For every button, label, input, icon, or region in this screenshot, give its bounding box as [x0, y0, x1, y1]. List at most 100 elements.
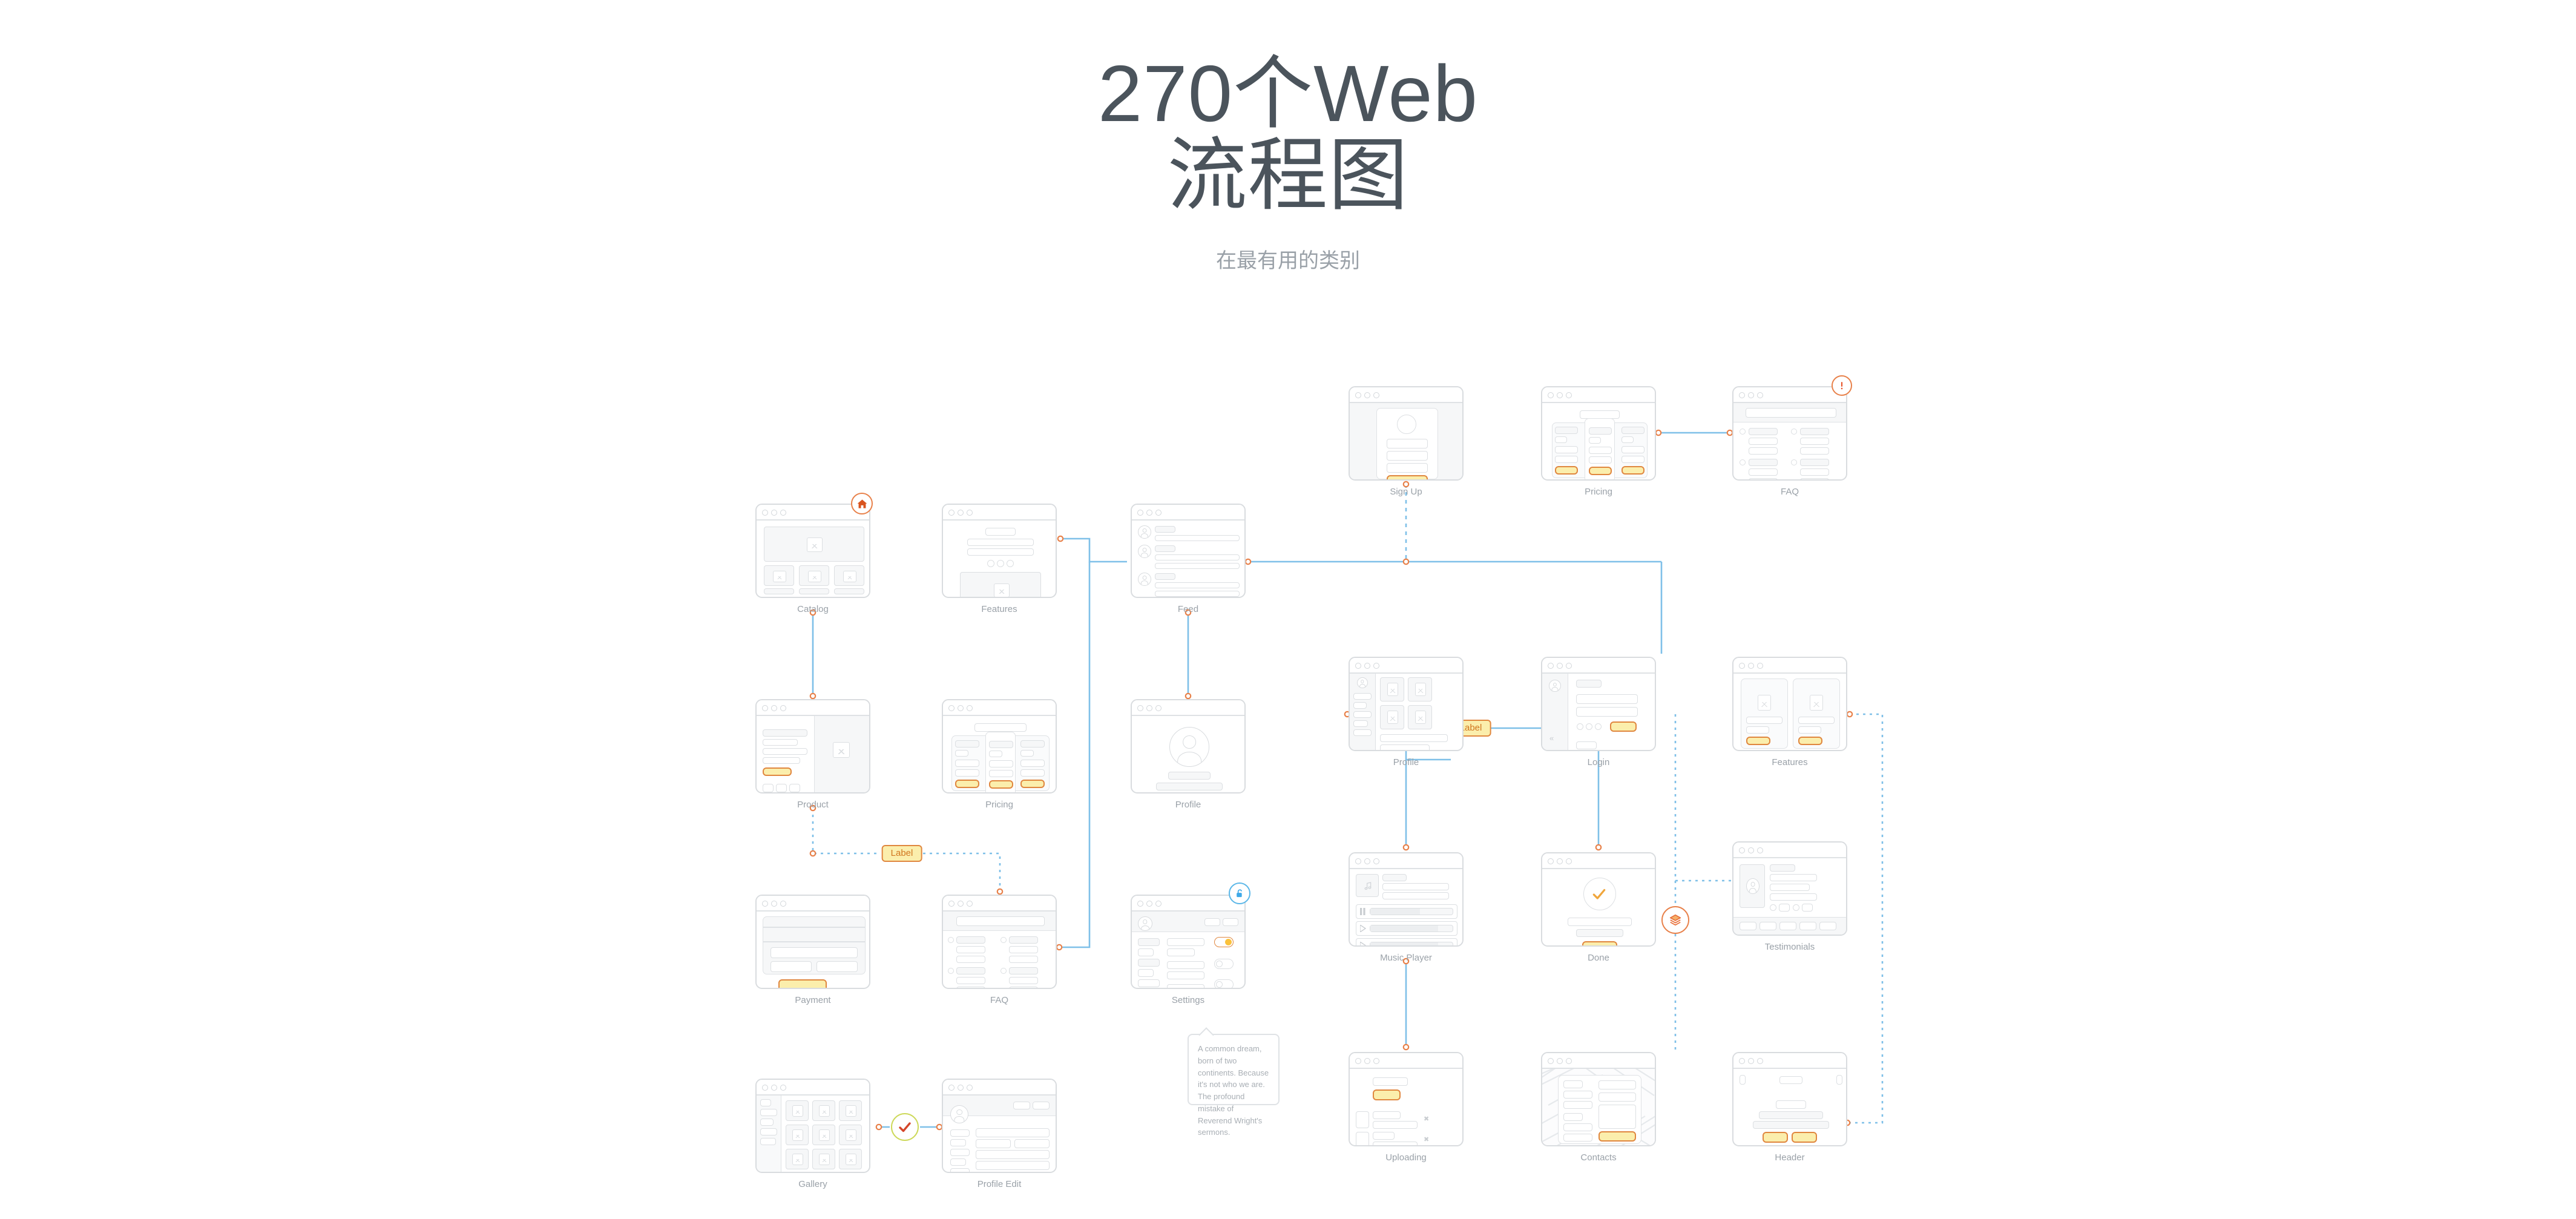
plan-3-button[interactable] — [1622, 466, 1644, 475]
nav-left-icon[interactable] — [1740, 1075, 1746, 1085]
feature-col-1[interactable] — [1741, 678, 1788, 749]
setting-value-4[interactable] — [1167, 971, 1204, 979]
plan-3[interactable] — [1620, 424, 1646, 477]
search-input[interactable] — [956, 916, 1045, 926]
feature-1-button[interactable] — [1746, 737, 1770, 745]
gallery-item[interactable] — [786, 1125, 809, 1145]
contact-field-1[interactable] — [1563, 1080, 1583, 1088]
layers-node[interactable] — [1661, 906, 1689, 934]
now-playing-row[interactable] — [1356, 904, 1457, 919]
progress-track[interactable] — [1370, 908, 1453, 915]
feature-col-2[interactable] — [1793, 678, 1840, 749]
signup-link[interactable] — [1576, 741, 1597, 749]
card-number-field[interactable] — [770, 947, 858, 958]
filter-3[interactable] — [760, 1119, 774, 1126]
nav-item-4[interactable] — [1353, 720, 1368, 727]
social-dot-2[interactable] — [1586, 723, 1592, 730]
unlock-badge[interactable] — [1229, 882, 1250, 904]
grid-card-2[interactable] — [1408, 677, 1432, 702]
header-button-1[interactable] — [1204, 918, 1220, 926]
header-action-1[interactable] — [1013, 1102, 1030, 1109]
plan-1-button[interactable] — [955, 780, 979, 788]
gallery-item[interactable] — [812, 1149, 835, 1169]
remove-icon[interactable]: ✖ — [1424, 1116, 1429, 1123]
plan-2[interactable] — [1585, 418, 1615, 479]
grid-card-4[interactable] — [1408, 705, 1432, 729]
header-action-2[interactable] — [1033, 1102, 1050, 1109]
plan-1[interactable] — [954, 738, 982, 790]
field-1[interactable] — [1387, 439, 1428, 448]
edit-field-4[interactable] — [976, 1150, 1050, 1159]
save-button[interactable] — [1018, 1172, 1050, 1173]
grid-card-3[interactable] — [1380, 705, 1404, 729]
contact-field-4[interactable] — [1563, 1113, 1583, 1121]
field-3[interactable] — [1387, 463, 1428, 473]
field-2[interactable] — [1387, 451, 1428, 461]
thumb-2[interactable] — [1760, 922, 1776, 930]
contact-field-5[interactable] — [1563, 1123, 1592, 1131]
edit-field-3[interactable] — [1014, 1139, 1050, 1148]
plan-2-button[interactable] — [989, 780, 1013, 789]
track-row-2[interactable] — [1356, 921, 1457, 936]
plan-3-button[interactable] — [1020, 780, 1045, 788]
pay-button[interactable] — [778, 979, 827, 988]
submit-button[interactable] — [1387, 475, 1428, 479]
nav-item-3[interactable] — [1353, 711, 1372, 718]
setting-value-2[interactable] — [1167, 948, 1195, 956]
nav-item-2[interactable] — [1353, 702, 1367, 709]
back-chevron-icon[interactable]: « — [1549, 734, 1554, 743]
password-field[interactable] — [1576, 707, 1638, 717]
gallery-item[interactable] — [812, 1125, 835, 1145]
gallery-item[interactable] — [839, 1125, 862, 1145]
thumb-3[interactable] — [1779, 922, 1796, 930]
progress-track[interactable] — [1370, 925, 1453, 932]
buy-button[interactable] — [763, 767, 792, 776]
alert-badge[interactable] — [1832, 375, 1852, 396]
contact-field-3[interactable] — [1563, 1101, 1592, 1109]
filter-5[interactable] — [760, 1138, 776, 1145]
plan-1-button[interactable] — [1555, 466, 1578, 475]
thumb-1[interactable] — [1740, 922, 1756, 930]
gallery-item[interactable] — [786, 1100, 809, 1121]
continue-button[interactable] — [1582, 941, 1617, 945]
plan-1[interactable] — [1553, 424, 1580, 477]
cvv-field[interactable] — [816, 961, 858, 972]
contact-message-field[interactable] — [1598, 1105, 1636, 1129]
send-button[interactable] — [1598, 1131, 1636, 1142]
setting-value-1[interactable] — [1167, 938, 1204, 946]
plan-2[interactable] — [985, 732, 1016, 792]
gallery-item[interactable] — [812, 1100, 835, 1121]
contact-field-8[interactable] — [1598, 1092, 1636, 1102]
filter-4[interactable] — [760, 1128, 777, 1135]
nav-right-icon[interactable] — [1836, 1075, 1842, 1085]
nav-item-1[interactable] — [1353, 693, 1372, 700]
thumb-4[interactable] — [1799, 922, 1816, 930]
cta-primary-button[interactable] — [1763, 1132, 1788, 1143]
header-button-2[interactable] — [1223, 918, 1238, 926]
toggle-on[interactable] — [1214, 937, 1234, 947]
check-node[interactable] — [891, 1113, 919, 1141]
gallery-item[interactable] — [786, 1149, 809, 1169]
wire-label-left[interactable]: Label — [881, 845, 922, 862]
gallery-item[interactable] — [839, 1149, 862, 1169]
edit-field-1[interactable] — [976, 1128, 1050, 1137]
login-button[interactable] — [1610, 721, 1637, 732]
contact-field-6[interactable] — [1563, 1134, 1592, 1142]
social-dot-3[interactable] — [1595, 723, 1602, 730]
choose-file-button[interactable] — [1373, 1089, 1401, 1100]
edit-field-5[interactable] — [976, 1161, 1050, 1170]
plan-3[interactable] — [1019, 738, 1047, 790]
plan-2-button[interactable] — [1589, 467, 1612, 475]
setting-value-5[interactable] — [1167, 984, 1204, 988]
track-row-3[interactable] — [1356, 938, 1457, 945]
progress-track[interactable] — [1370, 942, 1453, 945]
contact-field-2[interactable] — [1563, 1091, 1592, 1099]
nav-item-5[interactable] — [1353, 729, 1372, 736]
remove-icon[interactable]: ✖ — [1424, 1137, 1429, 1143]
cta-secondary-button[interactable] — [1792, 1132, 1817, 1143]
setting-value-3[interactable] — [1167, 961, 1204, 969]
option-3[interactable] — [789, 784, 800, 792]
filter-1[interactable] — [760, 1099, 771, 1106]
filter-2[interactable] — [760, 1109, 777, 1116]
search-input[interactable] — [1746, 408, 1836, 418]
